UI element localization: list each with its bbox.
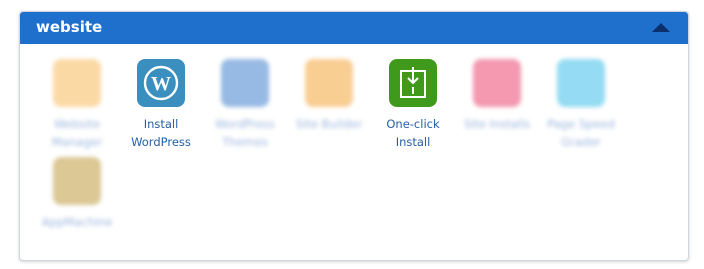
app-tile-page-speed-grader[interactable]: Page Speed Grader [536,59,626,151]
app-tile-one-click-install[interactable]: One-click Install [368,59,458,151]
app-label: Site Builder [295,117,363,131]
svg-text:W: W [151,73,171,95]
wordpress-icon: W [137,59,185,107]
app-label: Site Installs [463,117,531,131]
panel-header: website [20,12,688,44]
app-tile-site-installs[interactable]: Site Installs [452,59,542,133]
one-click-install-icon [389,59,437,107]
app-label: Install WordPress [131,117,191,149]
app-label: Website Manager [51,117,103,149]
page-speed-icon [557,59,605,107]
app-label: AppMachine [41,215,113,229]
site-builder-icon [305,59,353,107]
app-label: One-click Install [386,117,440,149]
appmachine-icon [53,157,101,205]
app-tile-website-manager[interactable]: Website Manager [32,59,122,151]
app-label: Page Speed Grader [547,117,615,149]
panel-title: website [36,18,103,36]
app-tile-install-wordpress[interactable]: W Install WordPress [116,59,206,151]
app-tile-appmachine[interactable]: AppMachine [32,157,122,231]
collapse-arrow-icon[interactable] [652,23,670,32]
wordpress-themes-icon [221,59,269,107]
site-installs-icon [473,59,521,107]
app-label: WordPress Themes [215,117,275,149]
website-panel: website Website Manager W Install WordPr… [19,11,689,261]
app-tile-wordpress-themes[interactable]: WordPress Themes [200,59,290,151]
website-manager-icon [53,59,101,107]
app-tile-site-builder[interactable]: Site Builder [284,59,374,133]
